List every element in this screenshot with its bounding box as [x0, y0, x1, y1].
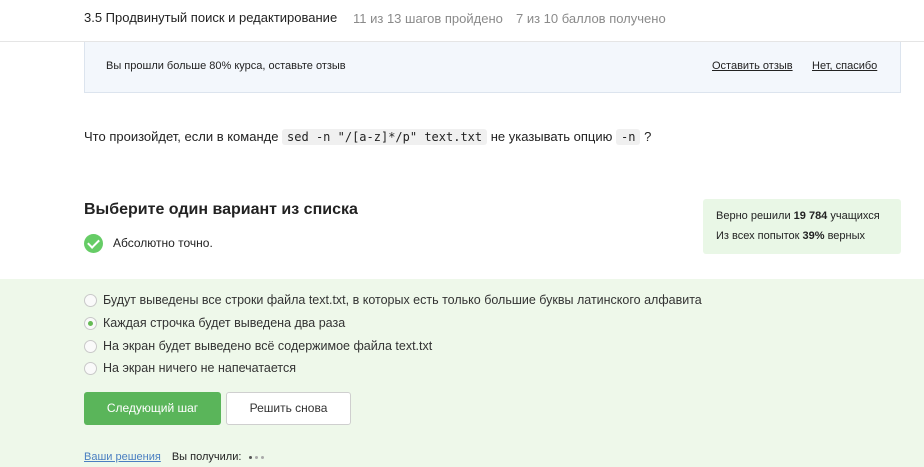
solve-again-button[interactable]: Решить снова	[226, 392, 351, 425]
attempts-stat: Из всех попыток 39% верных	[716, 230, 865, 242]
answer-option-label: На экран будет выведено всё содержимое ф…	[103, 339, 433, 353]
next-step-button[interactable]: Следующий шаг	[84, 392, 221, 425]
score-progress: 7 из 10 баллов получено	[516, 11, 666, 26]
attempts-prefix: Из всех попыток	[716, 230, 803, 242]
question-text-middle: не указывать опцию	[487, 129, 617, 144]
lesson-title[interactable]: 3.5 Продвинутый поиск и редактирование	[84, 10, 337, 25]
solved-count: 19 784	[793, 210, 828, 222]
received-label: Вы получили:	[171, 451, 242, 463]
score-dots-icon	[249, 455, 267, 459]
score-dot	[255, 455, 259, 459]
task-title: Выберите один вариант из списка	[84, 201, 358, 218]
dismiss-banner-link[interactable]: Нет, спасибо	[812, 60, 877, 72]
feedback-text: Абсолютно точно.	[113, 236, 213, 250]
answer-option-label: На экран ничего не напечатается	[103, 361, 296, 375]
radio-button[interactable]	[84, 293, 97, 307]
submission-footer: Ваши решения Вы получили:	[84, 451, 267, 463]
radio-button[interactable]	[84, 361, 97, 375]
attempts-suffix: верных	[824, 230, 866, 242]
steps-progress: 11 из 13 шагов пройдено	[353, 11, 503, 26]
answer-option-label: Каждая строчка будет выведена два раза	[103, 316, 346, 330]
score-dot	[261, 455, 265, 459]
answer-option-3[interactable]: На экран будет выведено всё содержимое ф…	[84, 338, 432, 354]
question-text-before: Что произойдет, если в команде	[84, 129, 283, 144]
question-text-after: ?	[640, 129, 652, 144]
stats-box: Верно решили 19 784 учащихся Из всех поп…	[703, 199, 901, 254]
answer-option-4[interactable]: На экран ничего не напечатается	[84, 360, 296, 376]
answer-option-2[interactable]: Каждая строчка будет выведена два раза	[84, 315, 345, 331]
score-dot	[249, 455, 253, 459]
feedback-row: Абсолютно точно.	[84, 233, 213, 253]
feedback-banner: Вы прошли больше 80% курса, оставьте отз…	[84, 42, 901, 93]
top-bar: 3.5 Продвинутый поиск и редактирование 1…	[0, 0, 924, 42]
question-option-code: -n	[616, 129, 641, 145]
solved-prefix: Верно решили	[716, 210, 794, 222]
your-solutions-link[interactable]: Ваши решения	[84, 451, 161, 463]
check-circle-icon	[84, 233, 103, 253]
banner-message: Вы прошли больше 80% курса, оставьте отз…	[106, 60, 346, 72]
question-text: Что произойдет, если в команде sed -n "/…	[84, 128, 651, 146]
solved-stat: Верно решили 19 784 учащихся	[716, 210, 880, 222]
answer-option-label: Будут выведены все строки файла text.txt…	[103, 293, 702, 307]
radio-button[interactable]	[84, 339, 97, 353]
radio-button[interactable]	[84, 316, 97, 330]
solved-suffix: учащихся	[827, 210, 880, 222]
leave-review-link[interactable]: Оставить отзыв	[712, 60, 793, 72]
attempts-percent: 39%	[802, 230, 825, 242]
question-command-code: sed -n "/[a-z]*/p" text.txt	[282, 129, 488, 145]
answer-option-1[interactable]: Будут выведены все строки файла text.txt…	[84, 292, 702, 308]
